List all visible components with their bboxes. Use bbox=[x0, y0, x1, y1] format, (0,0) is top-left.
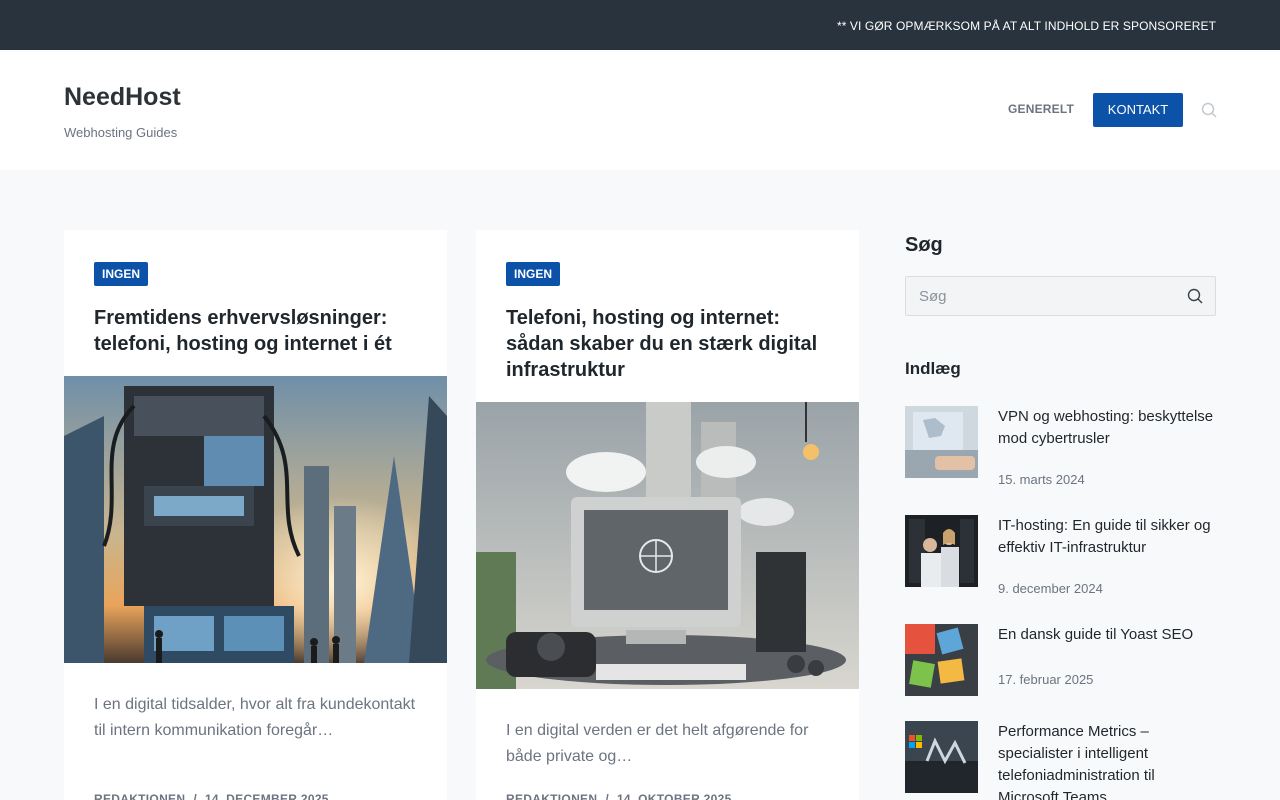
post-thumbnail[interactable] bbox=[905, 624, 978, 696]
article-author[interactable]: REDAKTIONEN bbox=[506, 792, 597, 800]
nav-item-generelt[interactable]: GENERELT bbox=[1008, 102, 1074, 116]
telephony-hosting-illustration bbox=[476, 402, 859, 689]
site-header: NeedHost Webhosting Guides GENERELT KONT… bbox=[0, 50, 1280, 170]
post-thumbnail[interactable] bbox=[905, 721, 978, 793]
article-excerpt: I en digital tidsalder, hvor alt fra kun… bbox=[94, 696, 416, 739]
category-badge[interactable]: INGEN bbox=[506, 262, 561, 286]
article-author[interactable]: REDAKTIONEN bbox=[94, 792, 185, 800]
search-icon[interactable] bbox=[1201, 102, 1217, 118]
article-card: INGEN Telefoni, hosting og internet: såd… bbox=[476, 230, 859, 800]
microsoft-building-thumbnail-image bbox=[905, 721, 978, 793]
article-title[interactable]: Telefoni, hosting og internet: sådan ska… bbox=[506, 305, 836, 383]
article-title[interactable]: Fremtidens erhvervsløsninger: telefoni, … bbox=[94, 305, 424, 357]
post-thumbnail[interactable] bbox=[905, 406, 978, 478]
post-title[interactable]: VPN og webhosting: beskyttelse mod cyber… bbox=[998, 406, 1218, 450]
article-date: 14. OKTOBER 2025 bbox=[616, 792, 732, 800]
article-meta: REDAKTIONEN / 14. DECEMBER 2025 bbox=[94, 792, 329, 800]
search-widget-heading: Søg bbox=[905, 234, 943, 256]
post-date: 17. februar 2025 bbox=[998, 672, 1094, 687]
article-excerpt: I en digital verden er det helt afgørend… bbox=[506, 722, 809, 765]
category-badge[interactable]: INGEN bbox=[94, 262, 149, 286]
post-date: 9. december 2024 bbox=[998, 581, 1103, 596]
posts-widget-heading: Indlæg bbox=[905, 359, 961, 378]
top-notice-bar: ** VI GØR OPMÆRKSOM PÅ AT ALT INDHOLD ER… bbox=[0, 0, 1280, 50]
yoast-thumbnail-image bbox=[905, 624, 978, 696]
search-input[interactable] bbox=[906, 277, 1176, 315]
post-title[interactable]: En dansk guide til Yoast SEO bbox=[998, 624, 1218, 646]
post-title[interactable]: Performance Metrics – specialister i int… bbox=[998, 721, 1218, 800]
search-icon[interactable] bbox=[1187, 288, 1203, 304]
meta-separator: / bbox=[193, 792, 197, 800]
site-tagline: Webhosting Guides bbox=[64, 125, 178, 140]
meta-separator: / bbox=[605, 792, 609, 800]
nav-kontakt-button[interactable]: KONTAKT bbox=[1093, 93, 1183, 127]
article-card: INGEN Fremtidens erhvervsløsninger: tele… bbox=[64, 230, 447, 800]
laptop-thumbnail-image bbox=[905, 406, 978, 478]
sponsored-notice: ** VI GØR OPMÆRKSOM PÅ AT ALT INDHOLD ER… bbox=[836, 19, 1216, 33]
post-thumbnail[interactable] bbox=[905, 515, 978, 587]
site-title[interactable]: NeedHost bbox=[64, 83, 181, 112]
article-date: 14. DECEMBER 2025 bbox=[204, 792, 329, 800]
article-image[interactable] bbox=[476, 402, 859, 689]
post-date: 15. marts 2024 bbox=[998, 472, 1085, 487]
sidebar-search-form bbox=[905, 276, 1216, 316]
article-meta: REDAKTIONEN / 14. OKTOBER 2025 bbox=[506, 792, 732, 800]
post-title[interactable]: IT-hosting: En guide til sikker og effek… bbox=[998, 515, 1218, 559]
city-server-illustration bbox=[64, 376, 447, 663]
server-room-thumbnail-image bbox=[905, 515, 978, 587]
article-image[interactable] bbox=[64, 376, 447, 663]
